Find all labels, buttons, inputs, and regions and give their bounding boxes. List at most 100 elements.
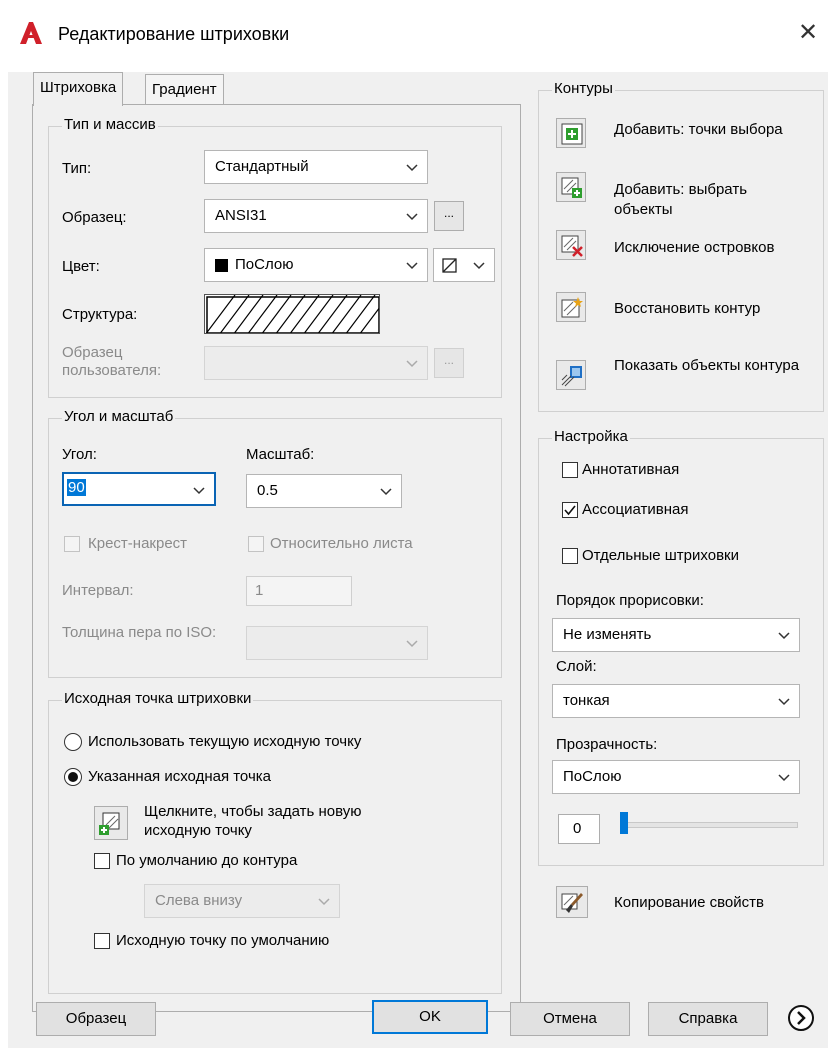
- angle-label: Угол:: [62, 446, 97, 463]
- chevron-down-icon: [193, 487, 205, 495]
- draw-order-label: Порядок прорисовки:: [556, 592, 704, 609]
- tab-hatch[interactable]: Штриховка: [33, 72, 124, 106]
- relative-paper-label: Относительно листа: [270, 535, 413, 552]
- tab-gradient[interactable]: Градиент: [145, 74, 224, 105]
- autocad-logo-icon: [20, 22, 42, 44]
- preview-button[interactable]: Образец: [36, 1002, 156, 1036]
- store-default-origin-checkbox[interactable]: [94, 933, 110, 949]
- draw-order-select[interactable]: Не изменять: [552, 618, 800, 652]
- color-swatch: [215, 259, 228, 272]
- click-set-origin-button[interactable]: [94, 806, 128, 840]
- chevron-down-icon: [778, 632, 790, 640]
- transparency-number-input[interactable]: 0: [558, 814, 600, 844]
- transparency-slider-track[interactable]: [620, 822, 798, 828]
- no-fill-icon: [442, 258, 457, 273]
- spacing-input-value: 1: [255, 582, 264, 599]
- scale-select[interactable]: 0.5: [246, 474, 402, 508]
- inherit-properties-button[interactable]: [556, 886, 588, 918]
- add-select-objects-label: Добавить: выбрать объекты: [614, 181, 748, 218]
- use-current-origin-label: Использовать текущую исходную точку: [88, 733, 362, 750]
- boundaries-group-title: Контуры: [552, 80, 615, 97]
- chevron-down-icon: [406, 360, 418, 368]
- click-set-origin-label: Щелкните, чтобы задать новую исходную то…: [144, 803, 362, 839]
- double-label: Крест-накрест: [88, 535, 188, 552]
- chevron-down-icon: [318, 898, 330, 906]
- help-button[interactable]: Справка: [648, 1002, 768, 1036]
- transparency-value: ПоСлою: [563, 768, 622, 785]
- double-checkbox[interactable]: [64, 536, 80, 552]
- more-options-button[interactable]: [786, 1003, 816, 1033]
- ok-button[interactable]: OK: [372, 1000, 488, 1034]
- cancel-button[interactable]: Отмена: [510, 1002, 630, 1036]
- draw-order-value: Не изменять: [563, 626, 652, 643]
- remove-islands-icon: [561, 235, 583, 257]
- angle-select[interactable]: 90: [62, 472, 216, 506]
- add-select-objects-button[interactable]: [556, 172, 586, 202]
- boundary-position-value: Слева внизу: [155, 892, 243, 909]
- recreate-boundary-label: Восстановить контур: [614, 300, 761, 317]
- custom-pattern-browse-button[interactable]: ...: [434, 348, 464, 378]
- boundary-position-select[interactable]: Слева внизу: [144, 884, 340, 918]
- options-group-title: Настройка: [552, 428, 630, 445]
- specified-origin-radio[interactable]: [64, 768, 82, 786]
- color-select[interactable]: ПоСлою: [204, 248, 428, 282]
- default-to-boundary-label: По умолчанию до контура: [116, 852, 298, 869]
- spacing-label: Интервал:: [62, 582, 134, 599]
- chevron-down-icon: [406, 213, 418, 221]
- pattern-browse-button[interactable]: ...: [434, 201, 464, 231]
- remove-islands-button[interactable]: [556, 230, 586, 260]
- default-to-boundary-checkbox[interactable]: [94, 853, 110, 869]
- set-origin-icon: [99, 812, 120, 835]
- type-label: Тип:: [62, 160, 92, 177]
- recreate-boundary-icon: [561, 297, 583, 318]
- pattern-select[interactable]: ANSI31: [204, 199, 428, 233]
- iso-pen-select[interactable]: [246, 626, 428, 660]
- spacing-input[interactable]: 1: [246, 576, 352, 606]
- custom-pattern-label: Образец пользователя:: [62, 344, 162, 379]
- custom-pattern-select[interactable]: [204, 346, 428, 380]
- display-boundary-objects-button[interactable]: [556, 360, 586, 390]
- chevron-down-icon: [473, 262, 485, 270]
- angle-select-value: 90: [67, 479, 86, 496]
- chevron-down-icon: [778, 698, 790, 706]
- type-pattern-group-title: Тип и массив: [62, 116, 158, 133]
- checkmark-icon: [564, 505, 576, 516]
- associative-label: Ассоциативная: [582, 501, 689, 518]
- store-default-origin-label: Исходную точку по умолчанию: [116, 932, 330, 949]
- chevron-down-icon: [778, 774, 790, 782]
- transparency-slider-thumb[interactable]: [620, 812, 628, 834]
- title-bar: Редактирование штриховки ✕: [0, 0, 828, 72]
- close-icon[interactable]: ✕: [798, 18, 818, 47]
- remove-islands-label: Исключение островков: [614, 239, 775, 256]
- angle-scale-group-title: Угол и масштаб: [62, 408, 176, 425]
- inherit-properties-label: Копирование свойств: [614, 894, 764, 911]
- chevron-down-icon: [406, 164, 418, 172]
- background-color-select[interactable]: [433, 248, 495, 282]
- associative-checkbox[interactable]: [562, 502, 578, 518]
- layer-value: тонкая: [563, 692, 610, 709]
- scale-label: Масштаб:: [246, 446, 315, 463]
- separate-hatches-checkbox[interactable]: [562, 548, 578, 564]
- recreate-boundary-button[interactable]: [556, 292, 586, 322]
- pick-points-icon: [561, 123, 583, 145]
- add-pick-points-button[interactable]: [556, 118, 586, 148]
- use-current-origin-radio[interactable]: [64, 733, 82, 751]
- add-pick-points-label: Добавить: точки выбора: [614, 121, 783, 138]
- layer-label: Слой:: [556, 658, 597, 675]
- relative-paper-checkbox[interactable]: [248, 536, 264, 552]
- pattern-swatch[interactable]: [204, 294, 380, 334]
- scale-select-value: 0.5: [257, 482, 278, 499]
- select-objects-icon: [561, 177, 582, 198]
- display-boundary-icon: [561, 366, 582, 387]
- origin-group-title: Исходная точка штриховки: [62, 690, 254, 707]
- annotative-label: Аннотативная: [582, 461, 680, 478]
- type-select[interactable]: Стандартный: [204, 150, 428, 184]
- chevron-down-icon: [380, 488, 392, 496]
- type-select-value: Стандартный: [215, 158, 309, 175]
- transparency-select[interactable]: ПоСлою: [552, 760, 800, 794]
- annotative-checkbox[interactable]: [562, 462, 578, 478]
- layer-select[interactable]: тонкая: [552, 684, 800, 718]
- hatch-preview-icon: [205, 295, 379, 333]
- chevron-down-icon: [406, 262, 418, 270]
- chevron-right-circle-icon: [788, 1005, 814, 1031]
